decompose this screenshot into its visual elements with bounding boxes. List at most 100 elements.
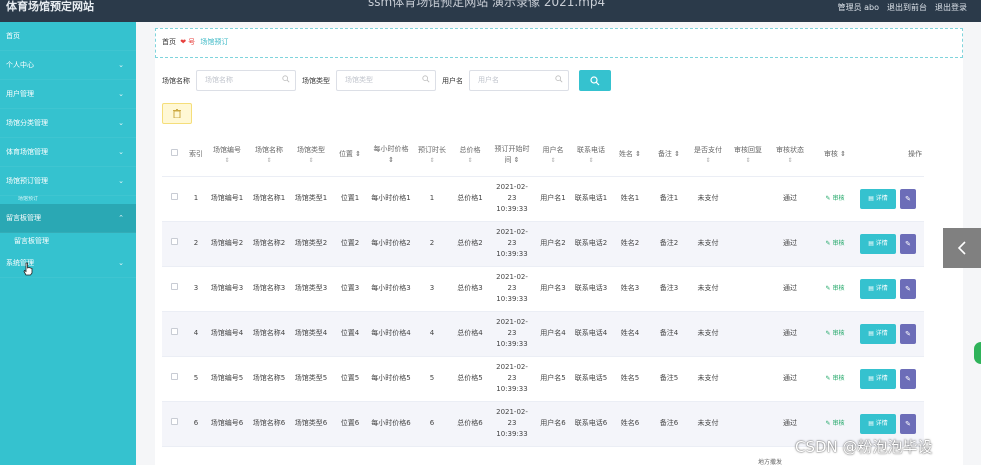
column-header[interactable]: 预订时长 ⇕ (414, 134, 450, 177)
chevron-left-icon (957, 241, 966, 255)
breadcrumb-home[interactable]: 首页 (162, 38, 176, 46)
sidebar-item-profile[interactable]: 个人中心 ⌄ (0, 51, 136, 80)
table-cell-duration: 1 (414, 176, 450, 222)
table-cell-name: 姓名6 (610, 401, 650, 447)
column-header[interactable]: 审核状态 ⇕ (768, 134, 812, 177)
table-cell-start-time: 2021-02-23 10:39:33 (490, 176, 534, 222)
audit-link[interactable]: ✎ 审核 (826, 240, 845, 247)
column-header-label: 场馆名称 (255, 145, 283, 154)
sort-icon[interactable]: ⇕ (574, 156, 608, 165)
edit-button[interactable]: ✎ (900, 233, 916, 254)
sort-icon[interactable]: ⇕ (416, 156, 448, 165)
detail-button[interactable]: ▤ 详情 (860, 368, 896, 389)
table-cell-status: 通过 (768, 266, 812, 312)
sidebar-item-venues[interactable]: 体育场馆管理 ⌄ (0, 138, 136, 167)
delete-button[interactable] (162, 103, 192, 124)
detail-button[interactable]: ▤ 详情 (860, 323, 896, 344)
table-cell-location: 位置4 (332, 311, 368, 357)
table-cell-total: 总价格6 (450, 401, 490, 447)
user-input[interactable]: 用户名 (469, 70, 569, 91)
sort-icon[interactable]: ⇕ (250, 156, 288, 165)
sort-icon[interactable]: ⇕ (635, 150, 641, 158)
exit-to-front-link[interactable]: 退出到前台 (887, 2, 927, 13)
row-checkbox[interactable] (170, 373, 178, 380)
row-checkbox[interactable] (170, 193, 178, 200)
detail-button[interactable]: ▤ 详情 (860, 413, 896, 434)
sidebar-subitem-messages[interactable]: 留言板管理 (0, 233, 136, 249)
sort-icon[interactable]: ⇕ (292, 156, 330, 165)
table-cell-status: 通过 (768, 221, 812, 267)
audit-link[interactable]: ✎ 审核 (826, 195, 845, 202)
column-header-label: 审核状态 (776, 145, 804, 154)
column-header[interactable]: 场馆名称 ⇕ (248, 134, 290, 177)
sort-icon[interactable]: ⇕ (770, 156, 810, 165)
sidebar-item-messages[interactable]: 留言板管理 ⌃ (0, 204, 136, 233)
floating-assistant-button[interactable] (974, 342, 981, 364)
audit-label: 审核 (832, 420, 845, 427)
sort-icon[interactable]: ⇕ (674, 150, 680, 158)
edit-button[interactable]: ✎ (900, 323, 916, 344)
column-header[interactable]: 总价格 ⇕ (450, 134, 490, 177)
edit-button[interactable]: ✎ (900, 188, 916, 209)
sidebar-subitem-bookings[interactable]: 场馆预订 (0, 196, 136, 204)
booking-table: 索引 场馆编号 ⇕ 场馆名称 ⇕ 场馆类型 ⇕ 位置 ⇕ 每小时价格 ⇕ 预订时长 ⇕ … (162, 134, 924, 447)
column-header[interactable]: 联系电话 ⇕ (572, 134, 610, 177)
table-cell-paid: 未支付 (688, 221, 728, 267)
column-header[interactable]: 每小时价格 ⇕ (368, 134, 414, 177)
sidebar-item-users[interactable]: 用户管理 ⌄ (0, 80, 136, 109)
column-header[interactable]: 姓名 ⇕ (610, 134, 650, 177)
table-cell-status: 通过 (768, 176, 812, 222)
sort-icon[interactable]: ⇕ (840, 150, 846, 158)
table-cell-total: 总价格5 (450, 356, 490, 402)
detail-button[interactable]: ▤ 详情 (860, 188, 896, 209)
column-header[interactable]: 用户名 ⇕ (534, 134, 572, 177)
detail-button[interactable]: ▤ 详情 (860, 233, 896, 254)
column-header[interactable]: 审核 ⇕ (812, 134, 858, 177)
audit-link[interactable]: ✎ 审核 (826, 285, 845, 292)
sort-icon[interactable]: ⇕ (452, 156, 488, 165)
column-header[interactable]: 预订开始时间 ⇕ (490, 134, 534, 177)
row-checkbox[interactable] (170, 238, 178, 245)
sidebar-item-venue-category[interactable]: 场馆分类管理 ⌄ (0, 109, 136, 138)
edit-button[interactable]: ✎ (900, 368, 916, 389)
column-header[interactable]: 是否支付 ⇕ (688, 134, 728, 177)
audit-link[interactable]: ✎ 审核 (826, 330, 845, 337)
sidebar-item-bookings[interactable]: 场馆预订管理 ⌄ (0, 167, 136, 196)
sort-icon[interactable]: ⇕ (690, 156, 726, 165)
sort-icon[interactable]: ⇕ (514, 156, 520, 164)
collapse-tab[interactable] (943, 228, 981, 268)
detail-button[interactable]: ▤ 详情 (860, 278, 896, 299)
venue-name-input[interactable]: 场馆名称 (196, 70, 296, 91)
audit-label: 审核 (832, 240, 845, 247)
edit-icon: ✎ (905, 419, 911, 428)
sort-icon[interactable]: ⇕ (536, 156, 570, 165)
sort-icon[interactable]: ⇕ (388, 156, 394, 164)
column-header[interactable]: 场馆类型 ⇕ (290, 134, 332, 177)
table-cell-start-time: 2021-02-23 10:39:33 (490, 356, 534, 402)
search-button[interactable] (579, 70, 611, 91)
sidebar-item-system[interactable]: 系统管理 ⌄ (0, 249, 136, 278)
column-header[interactable]: 备注 ⇕ (650, 134, 688, 177)
logout-link[interactable]: 退出登录 (935, 2, 967, 13)
edit-button[interactable]: ✎ (900, 413, 916, 434)
audit-link[interactable]: ✎ 审核 (826, 375, 845, 382)
row-checkbox[interactable] (170, 328, 178, 335)
column-header[interactable]: 位置 ⇕ (332, 134, 368, 177)
table-cell-name: 姓名4 (610, 311, 650, 357)
table-cell-venue-type: 场馆类型3 (290, 266, 332, 312)
edit-button[interactable]: ✎ (900, 278, 916, 299)
table-cell-remark: 备注6 (650, 401, 688, 447)
sidebar-item-home[interactable]: 首页 (0, 22, 136, 51)
column-header[interactable]: 审核回复 ⇕ (728, 134, 768, 177)
row-checkbox[interactable] (170, 283, 178, 290)
watermark: CSDN @粉泡泡毕设 (795, 438, 933, 456)
document-icon: ▤ (868, 239, 876, 247)
select-all-checkbox[interactable] (170, 149, 178, 157)
audit-link[interactable]: ✎ 审核 (826, 420, 845, 427)
sort-icon[interactable]: ⇕ (208, 156, 246, 165)
row-checkbox[interactable] (170, 418, 178, 425)
venue-type-input[interactable]: 场馆类型 (336, 70, 436, 91)
sort-icon[interactable]: ⇕ (355, 150, 361, 158)
column-header[interactable]: 场馆编号 ⇕ (206, 134, 248, 177)
sort-icon[interactable]: ⇕ (730, 156, 766, 165)
